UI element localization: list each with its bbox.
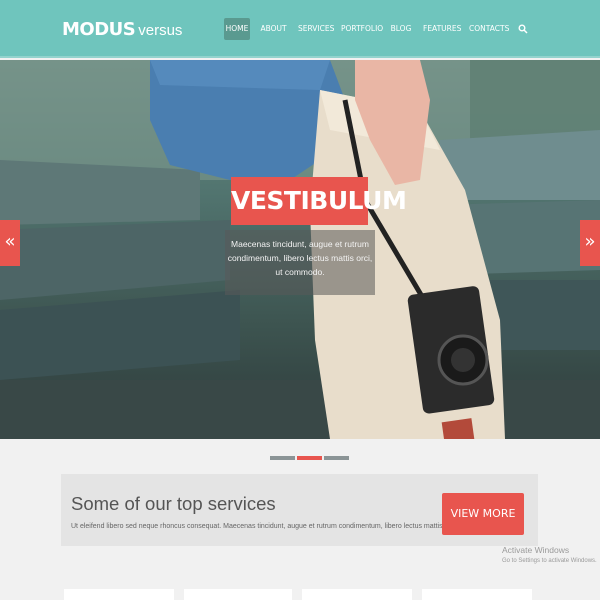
- nav-item-contacts[interactable]: CONTACTS: [469, 18, 509, 40]
- chevron-right-icon: »: [584, 231, 596, 252]
- feature-card-1: [64, 589, 174, 600]
- nav-item-features[interactable]: FEATURES: [423, 18, 461, 40]
- slide-dot-3[interactable]: [324, 456, 349, 460]
- nav-item-portfolio[interactable]: PORTFOLIO: [341, 18, 383, 40]
- hero-slider[interactable]: VESTIBULUM Maecenas tincidunt, augue et …: [0, 60, 600, 439]
- activation-title: Activate Windows: [502, 545, 570, 555]
- feature-card-3: [302, 589, 412, 600]
- slider-prev-button[interactable]: «: [0, 220, 20, 266]
- slide-caption: Maecenas tincidunt, augue et rutrum cond…: [225, 230, 375, 295]
- services-banner: Some of our top services Ut eleifend lib…: [61, 474, 538, 546]
- nav-item-blog[interactable]: BLOG: [389, 18, 413, 40]
- slide-dot-1[interactable]: [270, 456, 295, 460]
- main-nav: HOME ABOUT SERVICES PORTFOLIO BLOG FEATU…: [0, 18, 600, 40]
- feature-card-2: [184, 589, 292, 600]
- nav-item-home[interactable]: HOME: [224, 18, 250, 40]
- slider-next-button[interactable]: »: [580, 220, 600, 266]
- nav-item-about[interactable]: ABOUT: [260, 18, 287, 40]
- search-icon[interactable]: [518, 24, 528, 34]
- slide-title: VESTIBULUM: [231, 177, 407, 225]
- windows-activation-notice: Activate Windows Go to Settings to activ…: [502, 545, 597, 564]
- services-title: Some of our top services: [71, 493, 276, 514]
- slide-dot-2[interactable]: [297, 456, 322, 460]
- nav-item-services[interactable]: SERVICES: [298, 18, 334, 40]
- feature-card-4: [422, 589, 532, 600]
- chevron-left-icon: «: [4, 231, 16, 252]
- view-more-button[interactable]: VIEW MORE: [442, 493, 524, 535]
- activation-subtitle: Go to Settings to activate Windows.: [502, 558, 597, 564]
- services-description: Ut eleifend libero sed neque rhoncus con…: [71, 523, 501, 530]
- site-header: MODUS versus HOME ABOUT SERVICES PORTFOLI…: [0, 0, 600, 58]
